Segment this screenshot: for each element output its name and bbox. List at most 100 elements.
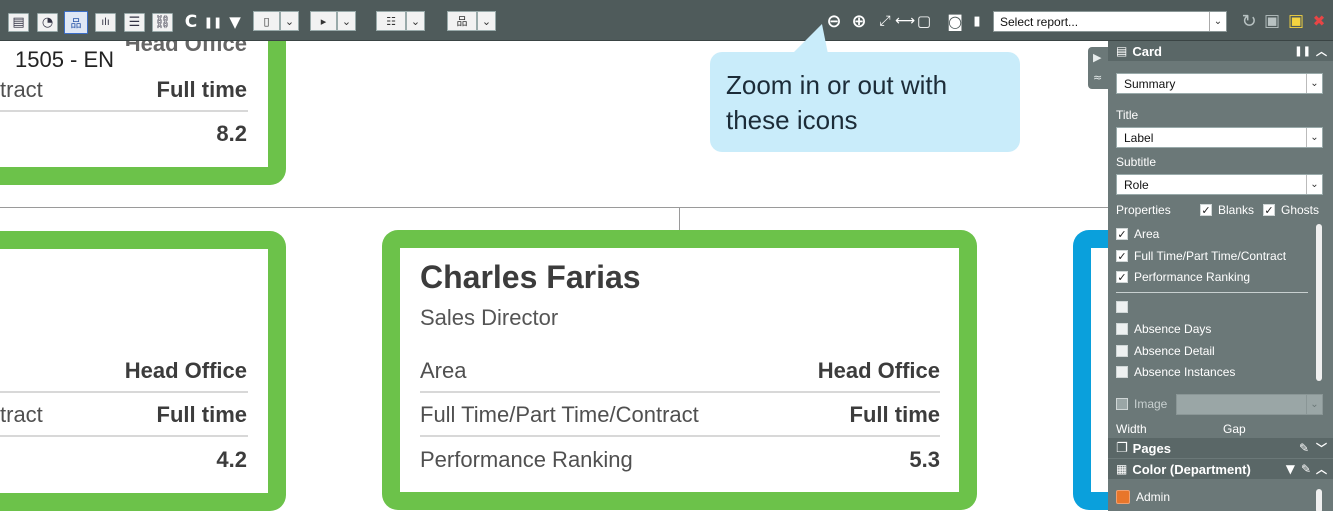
image-select[interactable]: ⌄	[1176, 394, 1323, 415]
title-field-label: Title	[1116, 108, 1139, 122]
camera-icon[interactable]: ◙	[944, 10, 966, 32]
subtitle-select[interactable]: Role ⌄	[1116, 174, 1323, 195]
property-item-contract[interactable]: ✓ Full Time/Part Time/Contract	[1116, 249, 1286, 263]
bookmark-icon[interactable]: ▯	[253, 11, 280, 31]
property-absence-instances-label: Absence Instances	[1134, 365, 1236, 379]
expand-arrow-icon[interactable]: ▶	[1093, 51, 1101, 64]
indent-dropdown-icon[interactable]: ⌄	[406, 11, 425, 31]
hierarchy-icon[interactable]: 品	[447, 11, 477, 31]
sync-icon[interactable]: ↻	[1239, 10, 1259, 32]
property-contract-label: Full Time/Part Time/Contract	[1134, 249, 1287, 263]
bookmark-dropdown-icon[interactable]: ⌄	[280, 11, 299, 31]
color-grid-icon: ▦	[1116, 462, 1128, 476]
color-item-admin[interactable]: Admin	[1116, 490, 1170, 504]
hierarchy-dropdown-icon[interactable]: ⌄	[477, 11, 496, 31]
save-as-icon[interactable]: ▣	[1262, 10, 1282, 32]
indent-split-button[interactable]: ☷ ⌄	[376, 11, 425, 31]
card-row-area-label: Area	[420, 358, 467, 383]
property-item-absence-detail[interactable]: Absence Detail	[1116, 344, 1215, 358]
property-performance-label: Performance Ranking	[1134, 270, 1251, 284]
fit-frame-icon-glyph: ▢	[916, 12, 932, 30]
close-icon[interactable]: ✖	[1309, 10, 1329, 32]
ghosts-label: Ghosts	[1281, 203, 1320, 217]
title-select[interactable]: Label ⌄	[1116, 127, 1323, 148]
property-item-blank[interactable]	[1116, 301, 1134, 313]
pages-icon: ❐	[1116, 440, 1128, 456]
image-select-chevron-glyph: ⌄	[1310, 399, 1319, 410]
pages-expand-chevron-icon[interactable]: ﹀	[1316, 440, 1327, 456]
save-icon-glyph: ▣	[1287, 11, 1305, 31]
play-split-button[interactable]: ▸ ⌄	[310, 11, 356, 31]
pin-icon[interactable]: ▮	[969, 10, 985, 32]
card-layout-select[interactable]: Summary ⌄	[1116, 73, 1323, 94]
indent-icon[interactable]: ☷	[376, 11, 406, 31]
properties-scrollbar[interactable]	[1316, 224, 1322, 381]
color-edit-icon[interactable]: ✎	[1301, 462, 1311, 476]
table-view-icon[interactable]: ▤	[8, 13, 29, 32]
play-dropdown-icon[interactable]: ⌄	[337, 11, 356, 31]
fit-frame-icon[interactable]: ▢	[915, 10, 933, 32]
color-list-scrollbar[interactable]	[1316, 489, 1322, 511]
blanks-label: Blanks	[1218, 203, 1255, 217]
pages-section-title: Pages	[1132, 440, 1171, 456]
select-report-dropdown[interactable]: Select report... ⌄	[993, 11, 1227, 32]
collapse-up-icon[interactable]: ≈	[1093, 71, 1102, 84]
property-item-absence-days[interactable]: Absence Days	[1116, 322, 1211, 336]
card-layout-chevron-icon: ⌄	[1306, 74, 1322, 93]
color-collapse-chevron-icon[interactable]: ︿	[1316, 461, 1327, 477]
card-section-title: Card	[1132, 43, 1162, 59]
orgchart-view-icon[interactable]: 品	[64, 11, 88, 34]
card-section-header[interactable]: ▤ Card ❚❚ ︿	[1108, 41, 1333, 61]
card-layout-select-value: Summary	[1124, 76, 1176, 91]
card-collapse-chevron-icon[interactable]: ︿	[1316, 43, 1327, 59]
fit-expand-icon[interactable]: ⤢	[876, 10, 894, 32]
pages-section-header[interactable]: ❐ Pages ✎ ﹀	[1108, 438, 1333, 458]
save-icon[interactable]: ▣	[1286, 10, 1306, 32]
properties-divider	[1116, 292, 1308, 293]
property-absence-days-label: Absence Days	[1134, 322, 1212, 336]
property-blank-checkbox-icon	[1116, 301, 1128, 313]
main-toolbar: ▤ ◔ 品 ılı ☰ ⛓ C ❚❚ ▼ ▯ ⌄ ▸ ⌄ ☷ ⌄ 品 ⌄ ⊖ ⊕…	[0, 0, 1333, 41]
pause-icon-glyph: ❚❚	[203, 15, 223, 29]
hierarchy-dropdown-glyph: ⌄	[481, 14, 492, 28]
sidebar-collapse-tab[interactable]: ▶ ≈	[1088, 47, 1108, 89]
indent-icon-glyph: ☷	[386, 14, 396, 28]
gap-label: Gap	[1223, 422, 1246, 436]
property-item-absence-instances[interactable]: Absence Instances	[1116, 365, 1235, 379]
property-item-performance[interactable]: ✓ Performance Ranking	[1116, 270, 1250, 284]
org-card-right-partial[interactable]	[1073, 230, 1108, 510]
card-pause-icon[interactable]: ❚❚	[1294, 46, 1311, 57]
property-item-area[interactable]: ✓ Area	[1116, 227, 1159, 241]
list-view-icon[interactable]: ☰	[124, 13, 145, 32]
filter-icon[interactable]: ▼	[225, 11, 245, 33]
image-checkbox-icon	[1116, 398, 1128, 410]
image-checkbox[interactable]: Image	[1116, 397, 1167, 411]
pause-icon[interactable]: ❚❚	[203, 11, 223, 33]
admin-color-swatch	[1116, 490, 1130, 504]
connector-line-vertical	[679, 208, 680, 230]
card-row-performance-label: Performance Ranking	[420, 447, 633, 472]
refresh-icon[interactable]: C	[181, 11, 201, 33]
zoom-tooltip-line-2: these icons	[726, 105, 858, 135]
bar-chart-view-icon[interactable]: ılı	[95, 13, 116, 32]
color-section-header[interactable]: ▦ Color (Department) ▼ ✎ ︿	[1108, 459, 1333, 479]
camera-icon-glyph: ◙	[947, 11, 963, 31]
property-absence-days-checkbox-icon	[1116, 323, 1128, 335]
zoom-in-icon-glyph: ⊕	[851, 10, 867, 32]
card-mid-left-row-2-label: tract	[0, 402, 43, 427]
card-mid-left-row-3-value: 4.2	[216, 447, 247, 472]
blanks-checkbox[interactable]: ✓ Blanks	[1200, 203, 1254, 217]
ghosts-checkbox[interactable]: ✓ Ghosts	[1263, 203, 1319, 217]
fit-width-icon[interactable]: ⟷	[895, 10, 915, 32]
play-icon[interactable]: ▸	[310, 11, 337, 31]
color-filter-icon[interactable]: ▼	[1286, 462, 1295, 476]
card-mid-left-divider-1	[0, 391, 248, 393]
pin-icon-glyph: ▮	[973, 13, 981, 29]
link-icon[interactable]: ⛓	[152, 13, 173, 32]
bookmark-dropdown-glyph: ⌄	[284, 14, 295, 28]
dashboard-view-icon[interactable]: ◔	[37, 13, 58, 32]
zoom-in-icon[interactable]: ⊕	[849, 10, 869, 32]
hierarchy-split-button[interactable]: 品 ⌄	[447, 11, 496, 31]
bookmark-split-button[interactable]: ▯ ⌄	[253, 11, 299, 31]
pages-edit-icon[interactable]: ✎	[1299, 441, 1309, 455]
